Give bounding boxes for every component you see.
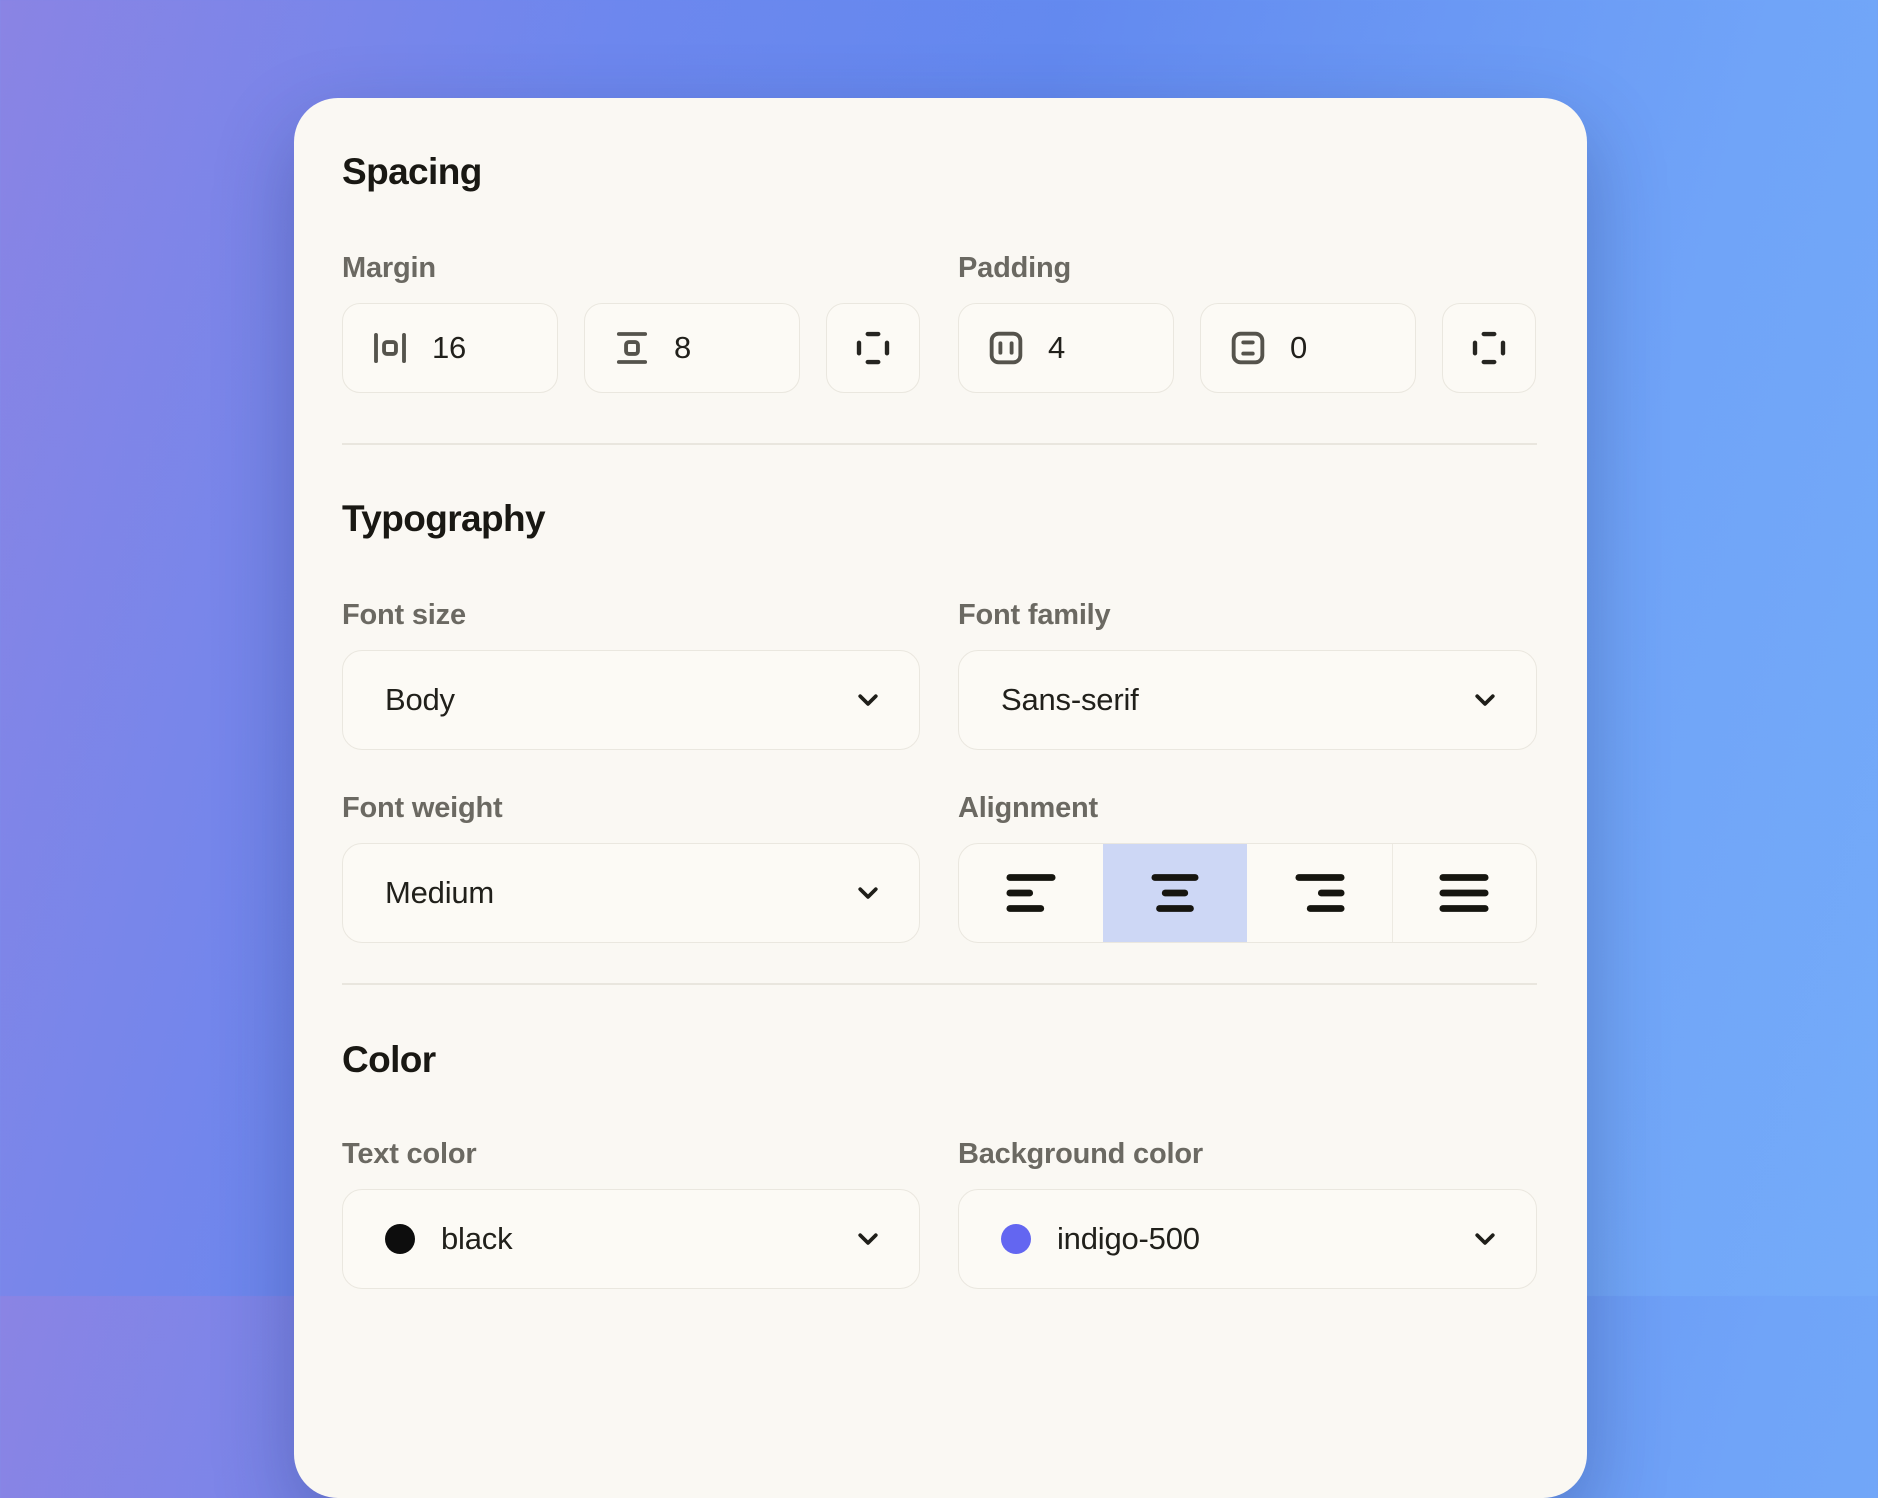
font-family-value: Sans-serif [1001, 682, 1468, 718]
typography-row-2: Font weight Medium Alignment [342, 790, 1537, 943]
background-color-label: Background color [958, 1136, 1537, 1172]
font-size-dropdown[interactable]: Body [342, 650, 920, 750]
padding-label: Padding [958, 250, 1537, 286]
padding-horizontal-value: 4 [1048, 330, 1065, 366]
font-family-label: Font family [958, 597, 1537, 633]
chevron-down-icon [1468, 1222, 1502, 1256]
align-right-icon [1289, 862, 1351, 924]
margin-individual-sides-button[interactable] [826, 303, 920, 393]
padding-vertical-value: 0 [1290, 330, 1307, 366]
align-center-button[interactable] [1103, 844, 1248, 942]
background-color-field: Background color indigo-500 [958, 1136, 1537, 1289]
padding-field: Padding 4 [958, 250, 1537, 393]
padding-inputs: 4 0 [958, 303, 1537, 393]
margin-vertical-input[interactable]: 8 [584, 303, 800, 393]
background-color-value: indigo-500 [1057, 1221, 1468, 1257]
align-justify-button[interactable] [1392, 844, 1537, 942]
background-color-swatch [1001, 1224, 1031, 1254]
text-color-swatch [385, 1224, 415, 1254]
section-divider [342, 983, 1537, 985]
padding-individual-sides-icon [1468, 327, 1510, 369]
margin-vertical-value: 8 [674, 330, 691, 366]
padding-vertical-input[interactable]: 0 [1200, 303, 1416, 393]
align-justify-icon [1433, 862, 1495, 924]
text-color-value: black [441, 1221, 851, 1257]
color-section-title: Color [342, 1038, 1537, 1082]
align-right-button[interactable] [1247, 844, 1392, 942]
padding-individual-sides-button[interactable] [1442, 303, 1536, 393]
font-family-dropdown[interactable]: Sans-serif [958, 650, 1537, 750]
margin-horizontal-icon [369, 327, 411, 369]
font-size-label: Font size [342, 597, 920, 633]
margin-individual-sides-icon [852, 327, 894, 369]
margin-field: Margin 16 [342, 250, 920, 393]
margin-vertical-icon [611, 327, 653, 369]
spacing-section-title: Spacing [342, 150, 1537, 194]
align-center-icon [1144, 862, 1206, 924]
typography-row-1: Font size Body Font family Sans-serif [342, 597, 1537, 750]
align-left-button[interactable] [959, 844, 1103, 942]
margin-label: Margin [342, 250, 920, 286]
alignment-segmented-control [958, 843, 1537, 943]
chevron-down-icon [851, 1222, 885, 1256]
text-color-label: Text color [342, 1136, 920, 1172]
font-weight-field: Font weight Medium [342, 790, 920, 943]
alignment-field: Alignment [958, 790, 1537, 943]
margin-horizontal-value: 16 [432, 330, 466, 366]
font-size-value: Body [385, 682, 851, 718]
font-weight-dropdown[interactable]: Medium [342, 843, 920, 943]
chevron-down-icon [851, 683, 885, 717]
font-family-field: Font family Sans-serif [958, 597, 1537, 750]
padding-vertical-icon [1227, 327, 1269, 369]
typography-section-title: Typography [342, 497, 1537, 541]
chevron-down-icon [1468, 683, 1502, 717]
chevron-down-icon [851, 876, 885, 910]
background-color-dropdown[interactable]: indigo-500 [958, 1189, 1537, 1289]
alignment-label: Alignment [958, 790, 1537, 826]
style-editor-panel: Spacing Margin 16 [294, 98, 1587, 1498]
font-size-field: Font size Body [342, 597, 920, 750]
text-color-dropdown[interactable]: black [342, 1189, 920, 1289]
font-weight-value: Medium [385, 875, 851, 911]
margin-horizontal-input[interactable]: 16 [342, 303, 558, 393]
spacing-section: Margin 16 [342, 250, 1537, 393]
margin-inputs: 16 8 [342, 303, 920, 393]
padding-horizontal-input[interactable]: 4 [958, 303, 1174, 393]
text-color-field: Text color black [342, 1136, 920, 1289]
align-left-icon [1000, 862, 1062, 924]
section-divider [342, 443, 1537, 445]
color-row: Text color black Background color indigo… [342, 1136, 1537, 1289]
font-weight-label: Font weight [342, 790, 920, 826]
padding-horizontal-icon [985, 327, 1027, 369]
